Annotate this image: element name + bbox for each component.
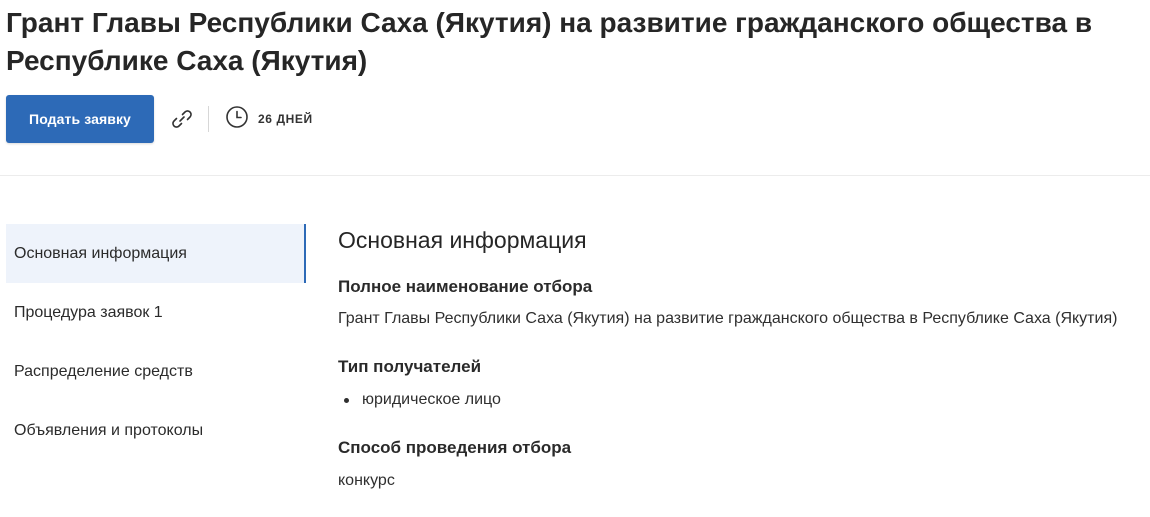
clock-icon — [225, 105, 249, 134]
field-value: конкурс — [338, 472, 395, 489]
field-value: Грант Главы Республики Саха (Якутия) на … — [338, 310, 1118, 327]
sidebar-item-label: Объявления и протоколы — [14, 421, 204, 439]
section-title: Основная информация — [338, 227, 587, 253]
sidebar-item-application-procedure[interactable]: Процедура заявок 1 — [6, 283, 306, 342]
sidebar-item-label: Основная информация — [14, 244, 187, 262]
field-label: Полное наименование отбора — [338, 277, 593, 296]
field-recipient-type: Тип получателей юридическое лицо — [338, 356, 1150, 411]
sidebar-item-announcements[interactable]: Объявления и протоколы — [6, 401, 306, 460]
sidebar-item-main-info[interactable]: Основная информация — [6, 224, 306, 283]
divider — [208, 106, 209, 132]
deadline: 26 ДНЕЙ — [225, 105, 313, 134]
recipient-type-list: юридическое лицо — [338, 389, 1150, 411]
main-content: Основная информация Полное наименование … — [338, 224, 1150, 492]
link-icon[interactable] — [168, 105, 196, 133]
action-row: Подать заявку 26 ДНЕЙ — [6, 95, 313, 143]
sidebar: Основная информация Процедура заявок 1 Р… — [6, 224, 306, 460]
page-title: Грант Главы Республики Саха (Якутия) на … — [6, 7, 1093, 76]
sidebar-item-label: Процедура заявок 1 — [14, 303, 163, 321]
field-label: Тип получателей — [338, 357, 482, 376]
field-label: Способ проведения отбора — [338, 438, 572, 457]
deadline-text: 26 ДНЕЙ — [258, 112, 313, 126]
field-selection-method: Способ проведения отбора конкурс — [338, 437, 1150, 492]
list-item: юридическое лицо — [338, 389, 1150, 411]
sidebar-item-label: Распределение средств — [14, 362, 193, 380]
field-full-name: Полное наименование отбора Грант Главы Р… — [338, 276, 1150, 330]
apply-button[interactable]: Подать заявку — [6, 95, 154, 143]
header-separator — [0, 175, 1150, 176]
sidebar-item-funds-distribution[interactable]: Распределение средств — [6, 342, 306, 401]
